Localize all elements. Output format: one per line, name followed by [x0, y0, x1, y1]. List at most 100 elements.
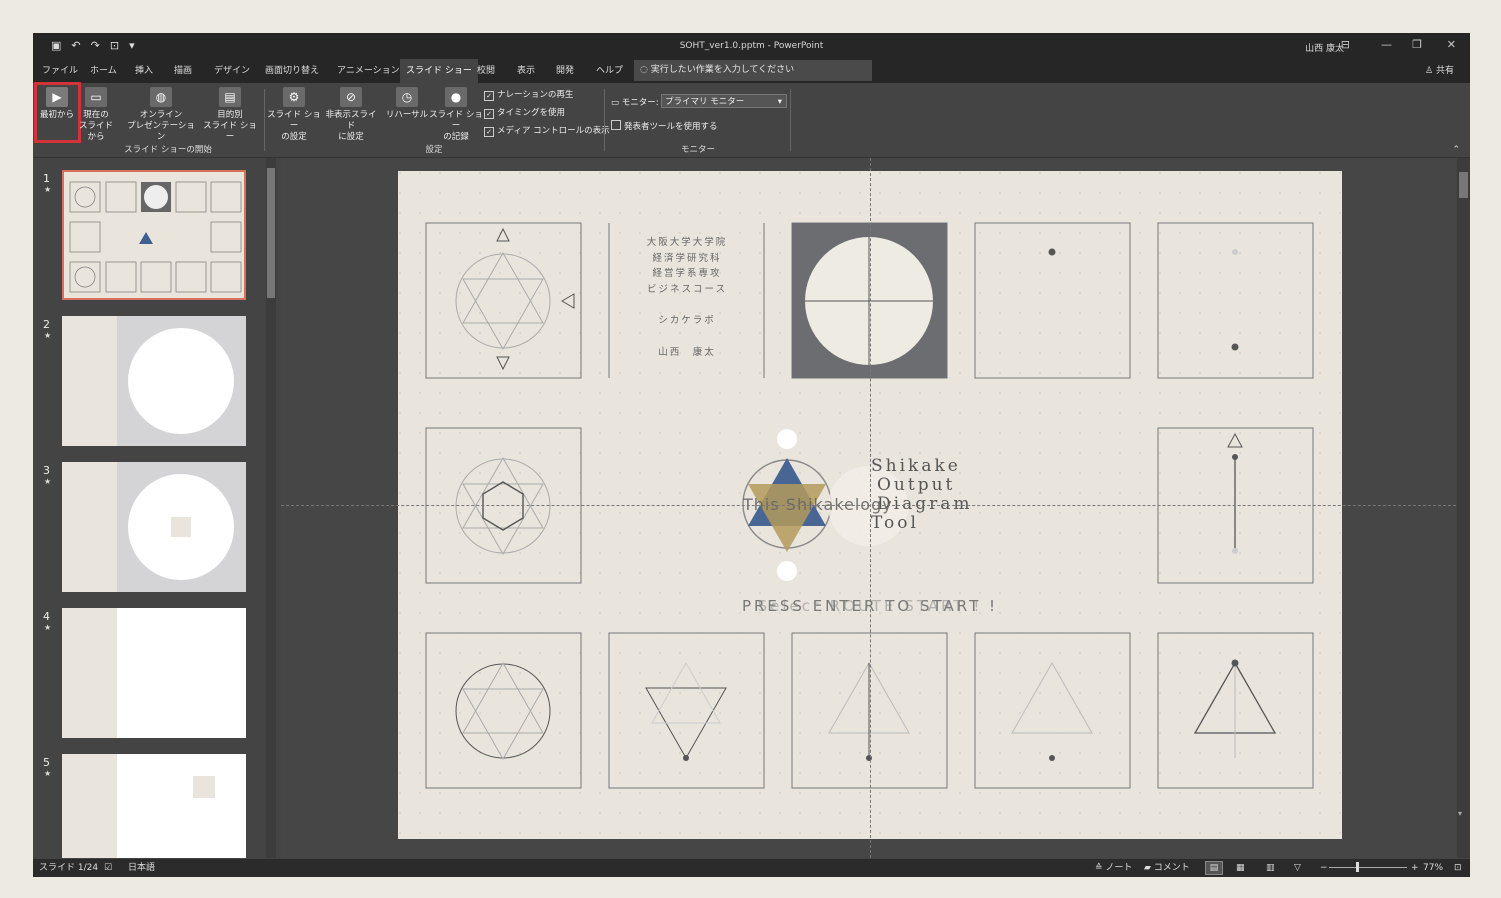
show-media-controls-checkbox[interactable]: ✓ メディア コントロールの表示 [484, 124, 610, 137]
vertical-guide[interactable] [870, 158, 871, 858]
monitor-label: ▭ モニター: [611, 96, 659, 108]
slide-scrollbar[interactable]: ▾ [1457, 158, 1470, 858]
online-present-button[interactable]: ◍ オンライン プレゼンテーション [123, 87, 199, 143]
custom-label-1: 目的別 [217, 110, 243, 120]
tab-design[interactable]: デザイン [214, 59, 250, 83]
tab-insert[interactable]: 挿入 [135, 59, 153, 83]
collapse-ribbon-icon[interactable]: ⌃ [1452, 145, 1460, 155]
undo-icon[interactable]: ↶ [71, 39, 80, 52]
presenter-view-checkbox[interactable]: 発表者ツールを使用する [611, 120, 718, 132]
zoom-level[interactable]: 77% [1423, 859, 1443, 877]
hide-slide-button[interactable]: ⊘ 非表示スライド に設定 [322, 87, 380, 143]
transition-star-icon: ★ [44, 185, 52, 194]
tab-home[interactable]: ホーム [90, 59, 117, 83]
thumb-square [193, 776, 215, 798]
share-label: 共有 [1435, 66, 1454, 76]
custom-label-2: スライド ショー [203, 121, 257, 142]
tab-transitions[interactable]: 画面切り替え [265, 59, 319, 83]
thumbnail-slide-3[interactable] [62, 462, 246, 592]
separator [790, 89, 791, 151]
notes-label: ノート [1105, 863, 1133, 873]
customize-icon[interactable]: ▾ [129, 39, 135, 52]
notes-button[interactable]: ≙ ノート [1095, 859, 1132, 877]
slide-counter[interactable]: スライド 1/24 [39, 859, 98, 877]
zoom-in-icon[interactable]: + [1411, 859, 1419, 877]
tab-developer[interactable]: 開発 [556, 59, 574, 83]
save-icon[interactable]: ▣ [51, 39, 61, 52]
thumbnail-slide-1[interactable] [62, 170, 246, 300]
ribbon-display-icon[interactable]: ⊟ [1341, 38, 1350, 51]
spellcheck-icon[interactable]: ☑ [104, 859, 112, 877]
setup-show-button[interactable]: ⚙ スライド ショー の設定 [266, 87, 322, 143]
zoom-out-icon[interactable]: − [1320, 859, 1328, 877]
thumbnail-slide-5[interactable] [62, 754, 246, 858]
tab-slideshow[interactable]: スライド ショー [400, 59, 478, 83]
zoom-slider-thumb[interactable] [1356, 862, 1359, 872]
use-timings-checkbox[interactable]: ✓ タイミングを使用 [484, 106, 565, 119]
checkbox-checked-icon: ✓ [484, 127, 494, 137]
record-show-button[interactable]: ● スライド ショー の記録 [429, 87, 483, 143]
title-bar: ▣ ↶ ↷ ⊡ ▾ SOHT_ver1.0.pptm - PowerPoint … [33, 33, 1470, 59]
timings-label: タイミングを使用 [497, 108, 566, 118]
comments-button[interactable]: ▰ コメント [1144, 859, 1190, 877]
play-current-icon: ▭ [85, 87, 107, 107]
start-show-icon[interactable]: ⊡ [110, 39, 119, 52]
language-indicator[interactable]: 日本語 [128, 859, 155, 877]
affiliation-line: ビジネスコース [646, 283, 728, 295]
ribbon-tabs: ファイル ホーム 挿入 描画 デザイン 画面切り替え アニメーション スライド … [33, 59, 1470, 83]
rehearse-button[interactable]: ◷ リハーサル [385, 87, 429, 121]
notes-icon: ≙ [1095, 863, 1106, 873]
media-label: メディア コントロールの表示 [497, 126, 610, 136]
logo-line: Shikake [871, 456, 961, 476]
tell-me-search[interactable]: ◌ 実行したい作業を入力してください [634, 60, 872, 81]
tab-draw[interactable]: 描画 [174, 59, 192, 83]
separator [604, 89, 605, 151]
hide-label-1: 非表示スライド [325, 110, 377, 131]
thumb-number: 5 [43, 756, 50, 769]
transition-star-icon: ★ [44, 331, 52, 340]
thumbnail-slide-4[interactable] [62, 608, 246, 738]
horizontal-guide[interactable] [281, 505, 1456, 506]
close-button[interactable]: ✕ [1447, 38, 1456, 51]
status-bar: スライド 1/24 ☑ 日本語 ≙ ノート ▰ コメント ▤ ▦ ▥ ▽ − +… [33, 859, 1470, 877]
custom-show-button[interactable]: ▤ 目的別 スライド ショー [201, 87, 259, 143]
tab-help[interactable]: ヘルプ [596, 59, 623, 83]
tab-review[interactable]: 校閲 [477, 59, 495, 83]
play-narrations-checkbox[interactable]: ✓ ナレーションの再生 [484, 88, 573, 101]
from-beginning-button[interactable]: ▶ 最初から [34, 82, 81, 143]
window-title: SOHT_ver1.0.pptm - PowerPoint [679, 41, 824, 51]
share-button[interactable]: ♙ 共有 [1425, 59, 1454, 83]
custom-show-icon: ▤ [219, 87, 241, 107]
scroll-down-icon[interactable]: ▾ [1458, 809, 1462, 818]
zoom-slider[interactable] [1329, 867, 1407, 868]
thumbnail-slide-2[interactable] [62, 316, 246, 446]
fit-slide-icon[interactable]: ⊡ [1454, 859, 1462, 877]
reading-view-icon[interactable]: ▥ [1266, 859, 1275, 877]
tab-view[interactable]: 表示 [517, 59, 535, 83]
lightbulb-icon: ◌ [640, 65, 651, 75]
user-name[interactable]: 山西 康太 [1305, 41, 1344, 54]
thumb-left-panel [62, 754, 117, 858]
monitor-value: プライマリ モニター [665, 97, 745, 107]
hide-label-2: に設定 [338, 132, 364, 142]
tab-animations[interactable]: アニメーション [337, 59, 400, 83]
separator [264, 89, 265, 151]
normal-view-icon[interactable]: ▤ [1205, 861, 1223, 875]
minimize-button[interactable]: — [1381, 38, 1392, 51]
scroll-thumb[interactable] [1459, 172, 1468, 198]
chevron-down-icon: ▾ [777, 97, 782, 107]
thumb-number: 2 [43, 318, 50, 331]
monitor-select[interactable]: プライマリ モニター ▾ [661, 94, 787, 108]
transition-star-icon: ★ [44, 477, 52, 486]
slide-sorter-icon[interactable]: ▦ [1236, 859, 1245, 877]
restore-button[interactable]: ❐ [1412, 38, 1422, 51]
scroll-thumb[interactable] [267, 168, 275, 298]
slideshow-view-icon[interactable]: ▽ [1294, 859, 1301, 877]
tab-file[interactable]: ファイル [42, 59, 78, 83]
record-label-2: の記録 [443, 132, 469, 142]
thumbnail-scrollbar[interactable] [266, 158, 276, 858]
logo-line: Tool [871, 513, 919, 533]
from-current-button[interactable]: ▭ 現在の スライドから [78, 87, 114, 143]
lab-name: シカケラボ [658, 315, 716, 326]
redo-icon[interactable]: ↷ [91, 39, 100, 52]
